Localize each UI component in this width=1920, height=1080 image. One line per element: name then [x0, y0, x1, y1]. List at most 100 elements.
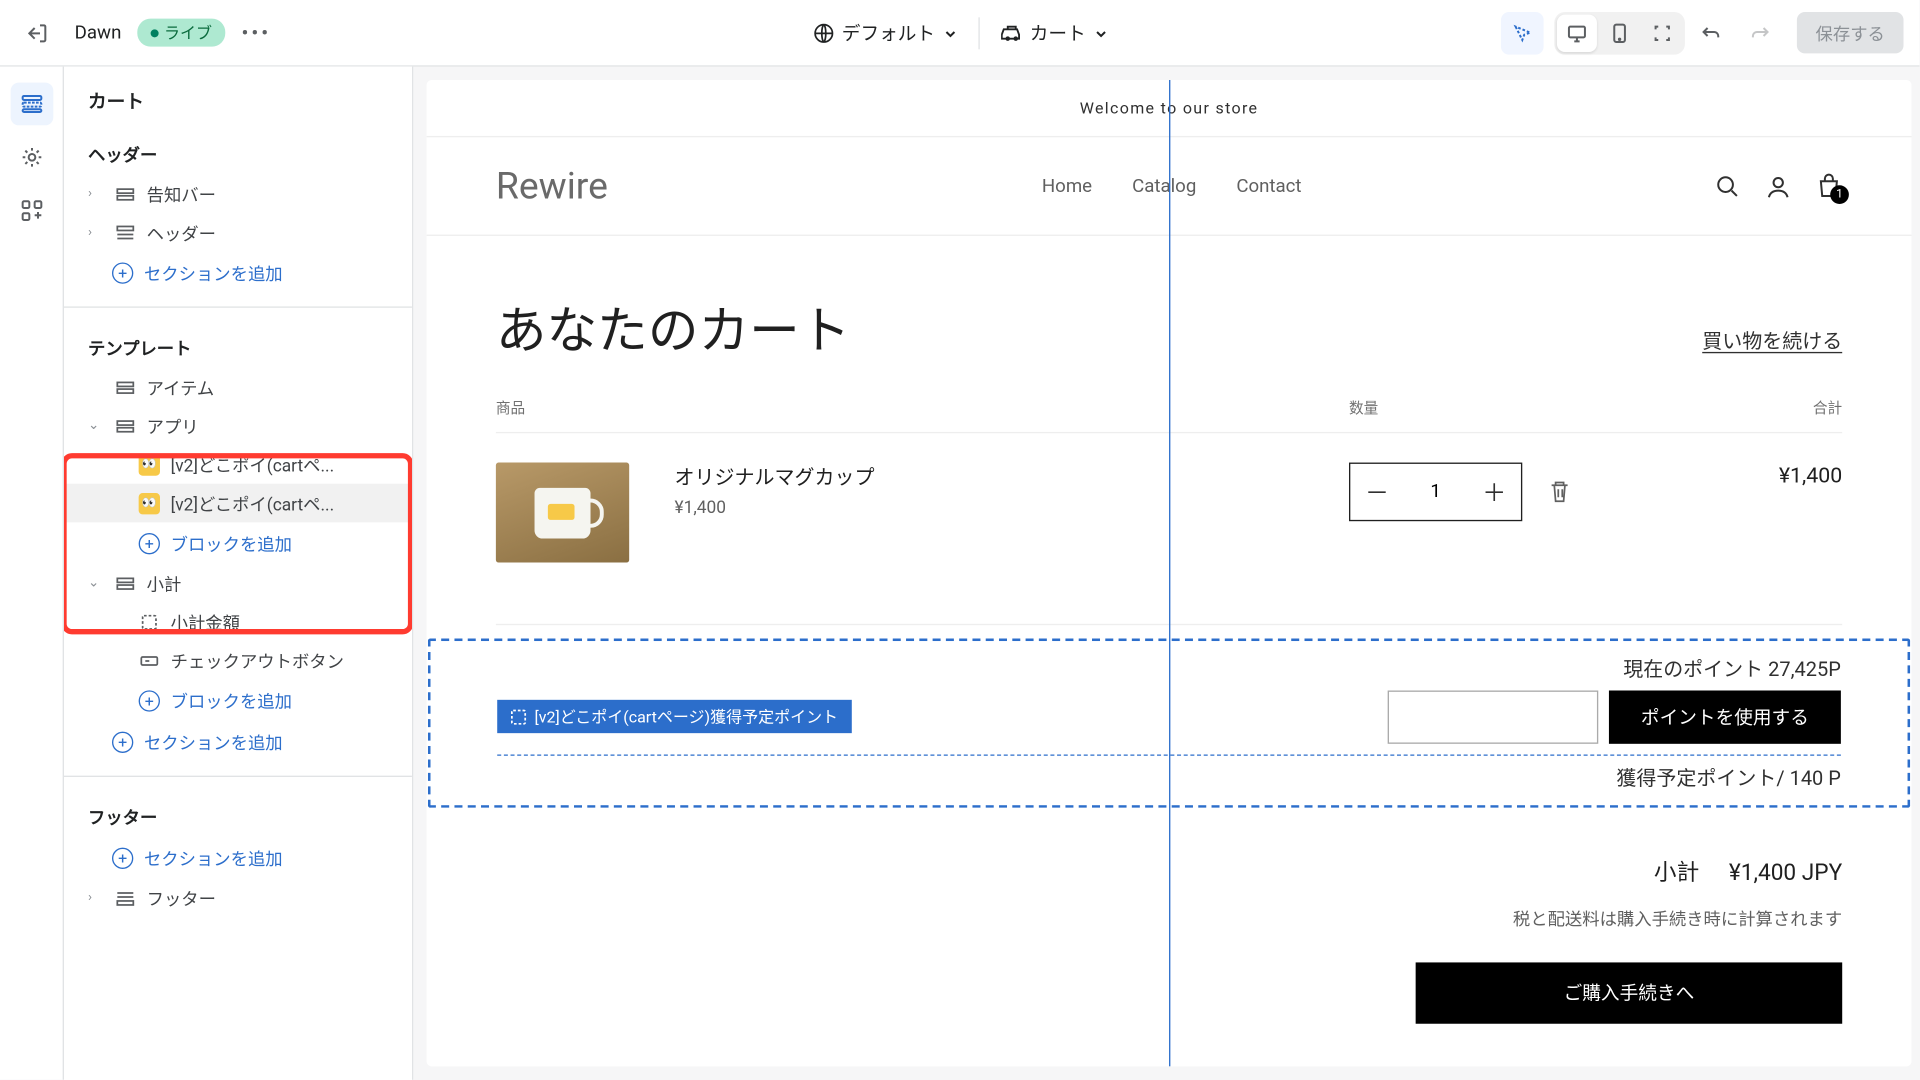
- chevron-right-icon: ›: [88, 187, 104, 202]
- tree-label: 告知バー: [147, 181, 216, 206]
- app-badge-icon: 👀: [139, 454, 160, 475]
- subtotal-value: ¥1,400 JPY: [1729, 860, 1842, 887]
- sections-tab-icon[interactable]: [10, 83, 53, 126]
- section-icon: [115, 573, 136, 594]
- sidebar-item-app-block-2[interactable]: 👀 [v2]どこポイ(cartペ...: [64, 484, 412, 523]
- nav-catalog[interactable]: Catalog: [1132, 175, 1196, 196]
- quantity-stepper: － 1 ＋: [1349, 463, 1522, 522]
- checkout-button[interactable]: ご購入手続きへ: [1416, 962, 1843, 1023]
- template-group-label: テンプレート: [64, 321, 412, 368]
- tree-label: [v2]どこポイ(cartペ...: [171, 491, 335, 516]
- tree-label: ヘッダー: [147, 220, 216, 245]
- product-image[interactable]: [496, 463, 629, 563]
- qty-value[interactable]: 1: [1404, 481, 1468, 502]
- locale-dropdown[interactable]: デフォルト: [812, 19, 956, 46]
- chevron-right-icon: ›: [88, 225, 104, 240]
- save-button: 保存する: [1797, 12, 1904, 53]
- chevron-right-icon: ›: [88, 890, 104, 905]
- sidebar-item-subtotal[interactable]: ⌄ 小計: [64, 564, 412, 603]
- qty-plus-button[interactable]: ＋: [1468, 475, 1521, 510]
- topbar: Dawn ライブ ••• デフォルト カート: [0, 0, 1920, 67]
- col-total: 合計: [1682, 397, 1842, 418]
- tree-label: 小計: [147, 571, 182, 596]
- add-section-header[interactable]: + セクションを追加: [64, 252, 412, 293]
- footer-group-label: フッター: [64, 790, 412, 837]
- use-points-button[interactable]: ポイントを使用する: [1609, 690, 1841, 743]
- add-section-template[interactable]: + セクションを追加: [64, 721, 412, 762]
- product-name[interactable]: オリジナルマグカップ: [674, 463, 1348, 491]
- app-badge-icon: 👀: [139, 493, 160, 514]
- add-block-label: ブロックを追加: [171, 688, 292, 713]
- apps-tab-icon[interactable]: [10, 189, 53, 232]
- tree-label: チェックアウトボタン: [171, 648, 344, 673]
- sidebar-item-checkout-button[interactable]: チェックアウトボタン: [64, 641, 412, 680]
- template-dropdown[interactable]: カート: [1000, 19, 1107, 46]
- block-icon: [139, 650, 160, 671]
- store-preview: Welcome to our store Rewire Home Catalog…: [427, 80, 1912, 1066]
- add-block-subtotal[interactable]: + ブロックを追加: [64, 680, 412, 721]
- nav-contact[interactable]: Contact: [1236, 175, 1301, 196]
- header-group-label: ヘッダー: [64, 128, 412, 175]
- plus-icon: +: [139, 690, 160, 711]
- plus-icon: +: [112, 847, 133, 868]
- section-icon: [115, 377, 136, 398]
- sidebar-item-items[interactable]: アイテム: [64, 368, 412, 407]
- desktop-viewport-icon[interactable]: [1557, 14, 1597, 51]
- live-badge: ライブ: [137, 19, 225, 47]
- inspector-icon[interactable]: [1501, 11, 1544, 54]
- qty-minus-button[interactable]: －: [1350, 475, 1403, 510]
- chevron-down-icon: ⌄: [88, 419, 104, 434]
- divider: [64, 776, 412, 777]
- plus-icon: +: [112, 262, 133, 283]
- redo-icon[interactable]: [1738, 11, 1781, 54]
- col-product: 商品: [496, 397, 1349, 418]
- search-icon[interactable]: [1714, 173, 1741, 200]
- more-actions-icon[interactable]: •••: [241, 20, 271, 45]
- col-qty: 数量: [1349, 397, 1682, 418]
- template-label: カート: [1030, 19, 1086, 46]
- block-icon: [139, 611, 160, 632]
- theme-name: Dawn: [75, 22, 122, 43]
- block-selection-label: [v2]どこポイ(cartページ)獲得予定ポイント: [497, 700, 851, 733]
- section-icon: [115, 222, 136, 243]
- add-section-footer[interactable]: + セクションを追加: [64, 837, 412, 878]
- tree-label: [v2]どこポイ(cartペ...: [171, 452, 335, 477]
- undo-icon[interactable]: [1690, 11, 1733, 54]
- sidebar-item-app-block-1[interactable]: 👀 [v2]どこポイ(cartペ...: [64, 445, 412, 484]
- continue-shopping-link[interactable]: 買い物を続ける: [1702, 327, 1842, 355]
- add-section-label: セクションを追加: [144, 845, 283, 870]
- sidebar-item-announcement[interactable]: › 告知バー: [64, 175, 412, 214]
- section-icon: [115, 887, 136, 908]
- tree-label: フッター: [147, 885, 216, 910]
- tree-label: アプリ: [147, 413, 199, 438]
- section-icon: [115, 415, 136, 436]
- left-rail: [0, 67, 64, 1080]
- divider: [978, 17, 979, 49]
- remove-item-icon[interactable]: [1549, 480, 1570, 504]
- settings-tab-icon[interactable]: [10, 136, 53, 179]
- sidebar-item-subtotal-amount[interactable]: 小計金額: [64, 603, 412, 642]
- preview-canvas: Welcome to our store Rewire Home Catalog…: [413, 67, 1919, 1080]
- exit-icon[interactable]: [16, 11, 59, 54]
- add-block-app[interactable]: + ブロックを追加: [64, 523, 412, 564]
- add-section-label: セクションを追加: [144, 729, 283, 754]
- account-icon[interactable]: [1765, 173, 1792, 200]
- locale-label: デフォルト: [842, 19, 935, 46]
- product-price: ¥1,400: [674, 499, 1348, 519]
- sidebar-item-footer[interactable]: › フッター: [64, 878, 412, 917]
- plus-icon: +: [112, 731, 133, 752]
- fullscreen-viewport-icon[interactable]: [1642, 14, 1682, 51]
- nav-home[interactable]: Home: [1042, 175, 1092, 196]
- subtotal-label: 小計: [1654, 860, 1699, 887]
- line-total: ¥1,400: [1682, 463, 1842, 488]
- chevron-down-icon: ⌄: [88, 576, 104, 591]
- cart-icon[interactable]: 1: [1816, 173, 1843, 200]
- add-section-label: セクションを追加: [144, 260, 283, 285]
- divider: [64, 307, 412, 308]
- store-nav: Home Catalog Contact: [629, 175, 1714, 196]
- tree-label: 小計金額: [171, 609, 240, 634]
- sidebar-item-app[interactable]: ⌄ アプリ: [64, 407, 412, 446]
- sidebar-item-header[interactable]: › ヘッダー: [64, 213, 412, 252]
- mobile-viewport-icon[interactable]: [1600, 14, 1640, 51]
- points-input[interactable]: [1388, 690, 1599, 743]
